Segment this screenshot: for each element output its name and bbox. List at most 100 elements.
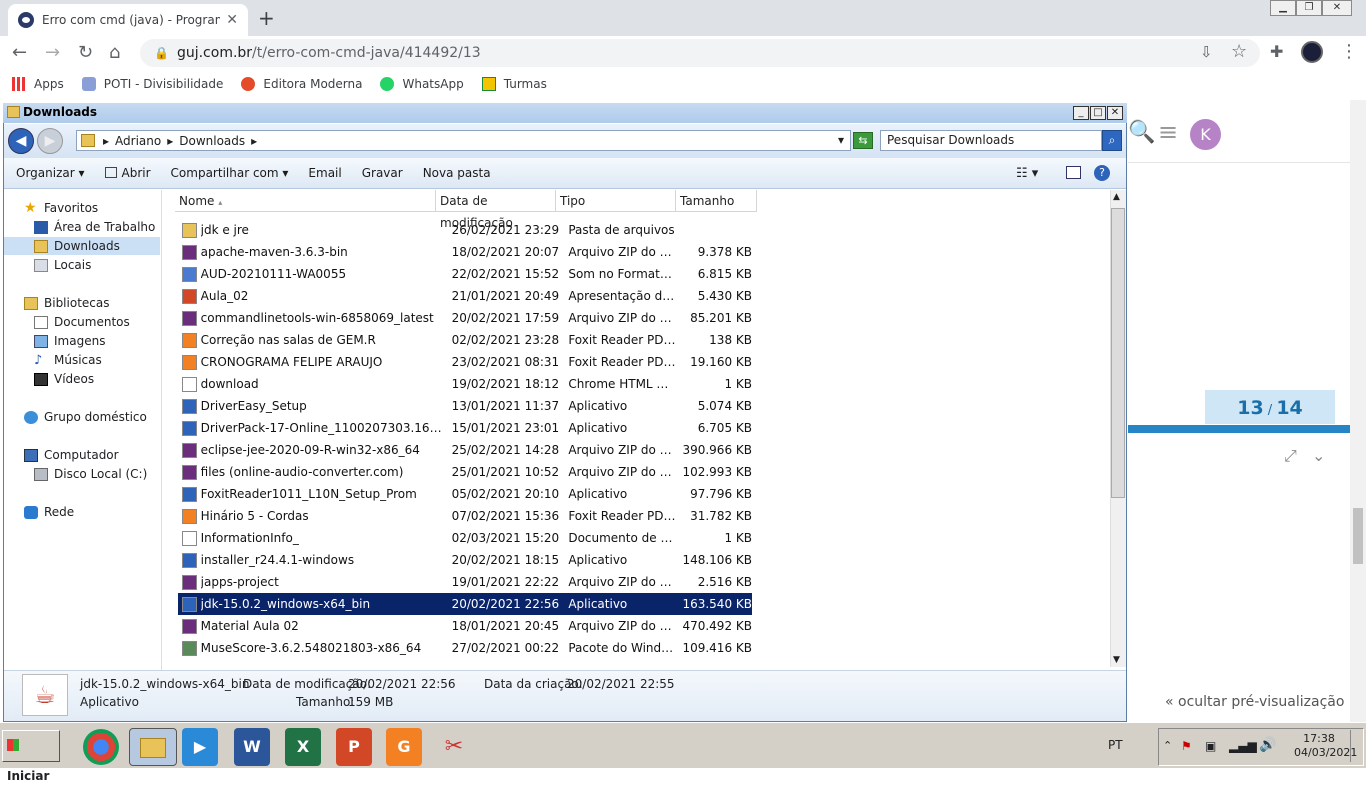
nav-libraries[interactable]: Bibliotecas bbox=[24, 296, 109, 310]
nav-images[interactable]: Imagens bbox=[34, 334, 105, 348]
bookmark-whatsapp[interactable]: WhatsApp bbox=[380, 77, 464, 91]
powerpoint-taskbar-icon[interactable]: P bbox=[336, 728, 372, 766]
nav-places[interactable]: Locais bbox=[34, 258, 91, 272]
close-tab-icon[interactable]: ✕ bbox=[226, 12, 238, 28]
explorer-maximize-button[interactable]: □ bbox=[1090, 106, 1106, 120]
language-indicator[interactable]: PT bbox=[1108, 738, 1123, 752]
show-hidden-icons[interactable]: ⌃ bbox=[1163, 739, 1172, 752]
file-row[interactable]: AUD-20210111-WA0055 22/02/2021 15:52 Som n… bbox=[178, 263, 752, 285]
back-button[interactable]: ◀ bbox=[8, 128, 34, 154]
browser-tab[interactable]: Erro com cmd (java) - Programaçã ✕ bbox=[8, 4, 248, 36]
explorer-close-button[interactable]: ✕ bbox=[1107, 106, 1123, 120]
explorer-taskbar-icon[interactable] bbox=[129, 728, 177, 766]
column-header-size[interactable]: Tamanho bbox=[676, 190, 757, 212]
file-row[interactable]: commandlinetools-win-6858069_latest 20/02… bbox=[178, 307, 752, 329]
device-icon[interactable]: ▣ bbox=[1205, 739, 1216, 753]
nav-favorites[interactable]: ★ Favoritos bbox=[24, 201, 98, 216]
nav-homegroup[interactable]: Grupo doméstico bbox=[24, 410, 147, 424]
nav-computer[interactable]: Computador bbox=[24, 448, 119, 462]
file-row[interactable]: MuseScore-3.6.2.548021803-x86_64 27/02/20… bbox=[178, 637, 752, 659]
signal-icon[interactable]: ▂▄▆ bbox=[1229, 739, 1257, 753]
start-button[interactable]: Iniciar bbox=[2, 730, 60, 783]
foxit-taskbar-icon[interactable]: G bbox=[386, 728, 422, 766]
file-row[interactable]: files (online-audio-converter.com) 25/01/… bbox=[178, 461, 752, 483]
bookmark-poti[interactable]: POTI - Divisibilidade bbox=[81, 77, 223, 91]
explorer-titlebar[interactable]: Downloads bbox=[3, 103, 1127, 123]
user-avatar[interactable]: K bbox=[1190, 119, 1221, 150]
file-row[interactable]: jdk e jre 26/02/2021 23:29 Pasta de arquiv… bbox=[178, 219, 752, 241]
expand-icon[interactable]: ⤢ bbox=[1284, 446, 1297, 466]
file-row[interactable]: japps-project 19/01/2021 22:22 Arquivo ZIP… bbox=[178, 571, 752, 593]
reload-icon[interactable]: ↻ bbox=[78, 42, 93, 63]
scroll-up-icon[interactable]: ▲ bbox=[1113, 192, 1120, 202]
file-row[interactable]: jdk-15.0.2_windows-x64_bin 20/02/2021 22:… bbox=[178, 593, 752, 615]
hamburger-menu-icon[interactable]: ≡ bbox=[1158, 118, 1178, 146]
share-button[interactable]: Compartilhar com ▾ bbox=[171, 166, 289, 180]
file-row[interactable]: DriverPack-17-Online_1100207303.1610762.… bbox=[178, 417, 752, 439]
bookmark-star-icon[interactable]: ☆ bbox=[1231, 41, 1247, 62]
file-row[interactable]: Correção nas salas de GEM.R 02/02/2021 23… bbox=[178, 329, 752, 351]
nav-downloads[interactable]: Downloads bbox=[34, 239, 120, 253]
preview-pane-icon[interactable] bbox=[1066, 166, 1081, 179]
nav-music[interactable]: ♪ Músicas bbox=[34, 353, 102, 367]
file-row[interactable]: Aula_02 21/01/2021 20:49 Apresentação do M… bbox=[178, 285, 752, 307]
new-tab-button[interactable]: + bbox=[258, 6, 275, 30]
extensions-icon[interactable]: ✚ bbox=[1270, 42, 1283, 61]
file-row[interactable]: eclipse-jee-2020-09-R-win32-x86_64 25/02/… bbox=[178, 439, 752, 461]
file-row[interactable]: Hinário 5 - Cordas 07/02/2021 15:36 Foxit … bbox=[178, 505, 752, 527]
file-row[interactable]: CRONOGRAMA FELIPE ARAUJO 23/02/2021 08:31… bbox=[178, 351, 752, 373]
scroll-down-icon[interactable]: ▼ bbox=[1113, 655, 1120, 665]
column-header-date[interactable]: Data de modificação bbox=[436, 190, 556, 230]
breadcrumb[interactable]: ▸ Adriano ▸ Downloads ▸ ▾ bbox=[76, 130, 851, 151]
close-browser-button[interactable]: ✕ bbox=[1322, 0, 1352, 16]
explorer-minimize-button[interactable]: _ bbox=[1073, 106, 1089, 120]
column-header-name[interactable]: Nome ▴ bbox=[175, 190, 436, 212]
breadcrumb-adriano[interactable]: Adriano bbox=[115, 134, 161, 148]
media-player-taskbar-icon[interactable]: ▶ bbox=[182, 728, 218, 766]
minimize-browser-button[interactable]: ▁ bbox=[1270, 0, 1296, 16]
install-app-icon[interactable]: ⇩ bbox=[1200, 43, 1213, 61]
search-icon[interactable]: 🔍 bbox=[1128, 120, 1155, 145]
nav-desktop[interactable]: Área de Trabalho bbox=[34, 220, 155, 234]
show-desktop-button[interactable] bbox=[1350, 730, 1360, 762]
home-icon[interactable]: ⌂ bbox=[109, 42, 120, 63]
bookmark-turmas[interactable]: Turmas bbox=[481, 77, 547, 91]
action-center-icon[interactable]: ⚑ bbox=[1181, 739, 1192, 753]
address-dropdown-icon[interactable]: ▾ bbox=[838, 133, 844, 147]
view-options-icon[interactable]: ☷ ▾ bbox=[1016, 166, 1038, 181]
file-row[interactable]: InformationInfo_ 02/03/2021 15:20 Document… bbox=[178, 527, 752, 549]
nav-videos[interactable]: Vídeos bbox=[34, 372, 94, 386]
nav-local-disk[interactable]: Disco Local (C:) bbox=[34, 467, 147, 481]
snipping-tool-taskbar-icon[interactable]: ✂ bbox=[436, 728, 472, 766]
nav-documents[interactable]: Documentos bbox=[34, 315, 130, 329]
bookmark-editora-moderna[interactable]: Editora Moderna bbox=[241, 77, 362, 91]
breadcrumb-downloads[interactable]: Downloads bbox=[179, 134, 245, 148]
file-row[interactable]: installer_r24.4.1-windows 20/02/2021 18:1… bbox=[178, 549, 752, 571]
nav-network[interactable]: Rede bbox=[24, 505, 74, 519]
volume-icon[interactable]: 🔊 bbox=[1259, 737, 1276, 753]
burn-button[interactable]: Gravar bbox=[362, 166, 403, 180]
search-input[interactable]: Pesquisar Downloads bbox=[880, 130, 1102, 151]
chevron-down-icon[interactable]: ⌄ bbox=[1312, 446, 1325, 465]
refresh-icon[interactable]: ⇆ bbox=[853, 132, 873, 149]
help-icon[interactable]: ? bbox=[1094, 165, 1110, 181]
file-row[interactable]: Material Aula 02 18/01/2021 20:45 Arquivo … bbox=[178, 615, 752, 637]
search-icon[interactable]: ⌕ bbox=[1102, 130, 1122, 151]
new-folder-button[interactable]: Nova pasta bbox=[423, 166, 491, 180]
file-row[interactable]: FoxitReader1011_L10N_Setup_Prom 05/02/202… bbox=[178, 483, 752, 505]
bookmark-apps[interactable]: Apps bbox=[12, 77, 64, 91]
page-scrollbar[interactable] bbox=[1350, 100, 1366, 722]
column-header-type[interactable]: Tipo bbox=[556, 190, 676, 212]
profile-avatar[interactable] bbox=[1301, 41, 1323, 63]
open-button[interactable]: Abrir bbox=[104, 166, 151, 180]
clock[interactable]: 17:38 04/03/2021 bbox=[1294, 732, 1357, 760]
file-row[interactable]: DriverEasy_Setup 13/01/2021 11:37 Aplicati… bbox=[178, 395, 752, 417]
organize-button[interactable]: Organizar ▾ bbox=[16, 166, 85, 180]
excel-taskbar-icon[interactable]: X bbox=[285, 728, 321, 766]
back-icon[interactable]: ← bbox=[12, 42, 27, 63]
menu-icon[interactable]: ⋮ bbox=[1340, 41, 1358, 62]
hide-preview-link[interactable]: « ocultar pré-visualização bbox=[1165, 694, 1344, 710]
file-row[interactable]: download 19/02/2021 18:12 Chrome HTML Docu… bbox=[178, 373, 752, 395]
forward-icon[interactable]: → bbox=[45, 42, 60, 63]
file-row[interactable]: apache-maven-3.6.3-bin 18/02/2021 20:07 Ar… bbox=[178, 241, 752, 263]
